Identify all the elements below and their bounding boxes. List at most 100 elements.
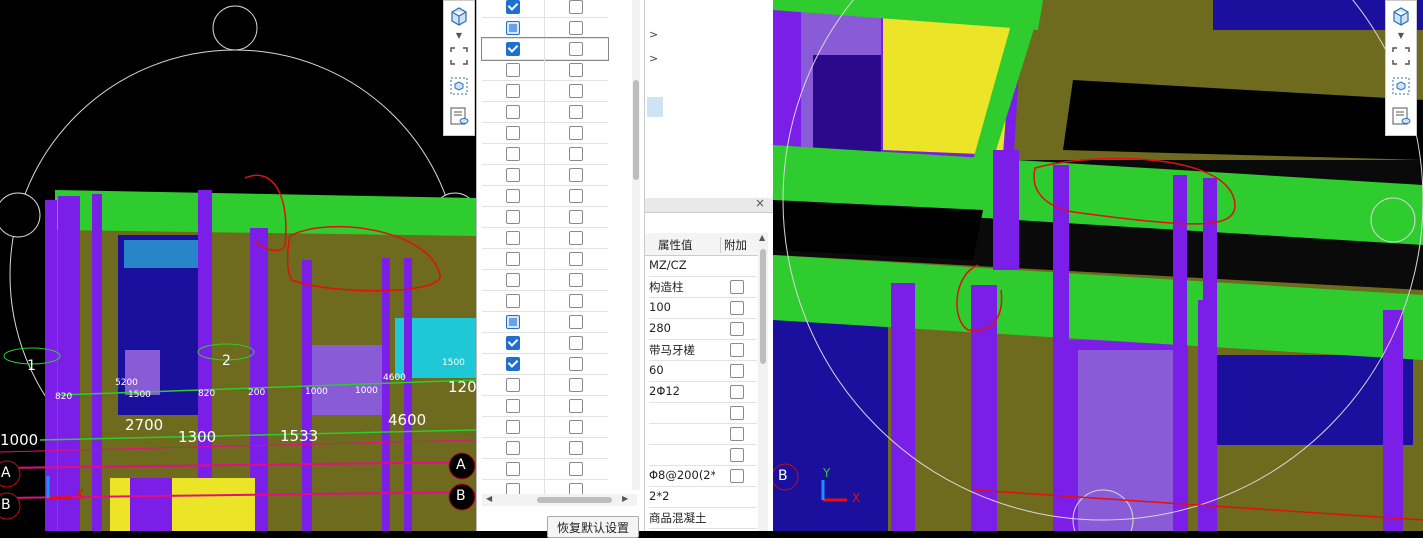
secondary-checkbox[interactable] (569, 168, 583, 182)
property-row[interactable] (649, 423, 757, 445)
visibility-checkbox[interactable] (506, 420, 520, 434)
property-value[interactable]: Φ8@200(2* (649, 468, 715, 482)
attach-checkbox[interactable] (730, 469, 744, 483)
right-3d-viewport[interactable]: B X Y ▼ (773, 0, 1423, 531)
visibility-checkbox[interactable] (506, 147, 520, 161)
visibility-checkbox[interactable] (506, 231, 520, 245)
property-value[interactable]: 60 (649, 363, 715, 377)
secondary-checkbox[interactable] (569, 399, 583, 413)
left-3d-viewport[interactable]: 2700 1300 1533 4600 1000 120 820 1500 82… (0, 0, 476, 531)
property-value[interactable]: MZ/CZ (649, 258, 715, 272)
attach-checkbox[interactable] (730, 364, 744, 378)
property-row[interactable] (649, 444, 757, 466)
attach-checkbox[interactable] (730, 406, 744, 420)
dynamic-observe-button[interactable] (1386, 71, 1416, 101)
secondary-checkbox[interactable] (569, 84, 583, 98)
zoom-extents-button[interactable] (1386, 41, 1416, 71)
property-row[interactable]: 构造柱 (649, 276, 757, 298)
property-scrollbar[interactable]: ▲ (758, 233, 768, 531)
secondary-checkbox[interactable] (569, 294, 583, 308)
scrollbar-thumb[interactable] (537, 497, 612, 503)
visibility-checkbox[interactable] (506, 378, 520, 392)
secondary-checkbox[interactable] (569, 63, 583, 77)
visibility-checkbox[interactable] (506, 0, 520, 14)
visibility-checkbox[interactable] (506, 252, 520, 266)
attach-checkbox[interactable] (730, 322, 744, 336)
scrollbar-thumb[interactable] (760, 249, 766, 364)
attach-checkbox[interactable] (730, 343, 744, 357)
visibility-checkbox[interactable] (506, 105, 520, 119)
secondary-checkbox[interactable] (569, 357, 583, 371)
arrow-left-icon[interactable]: ◀ (486, 494, 492, 503)
close-icon[interactable]: × (755, 196, 765, 210)
property-value[interactable]: 100 (649, 300, 715, 314)
property-row[interactable]: Φ8@200(2* (649, 465, 757, 487)
secondary-checkbox[interactable] (569, 252, 583, 266)
property-value[interactable]: 2*2 (649, 489, 715, 503)
property-value[interactable]: 带马牙槎 (649, 342, 715, 358)
attach-checkbox[interactable] (730, 448, 744, 462)
secondary-checkbox[interactable] (569, 21, 583, 35)
horizontal-scrollbar[interactable]: ◀ ▶ (482, 494, 637, 506)
zoom-extents-button[interactable] (444, 41, 474, 71)
arrow-right-icon[interactable]: ▶ (622, 494, 628, 503)
secondary-checkbox[interactable] (569, 42, 583, 56)
visibility-checkbox[interactable] (506, 84, 520, 98)
secondary-checkbox[interactable] (569, 273, 583, 287)
visibility-checkbox[interactable] (506, 126, 520, 140)
secondary-checkbox[interactable] (569, 462, 583, 476)
chevron-down-icon[interactable]: ▼ (444, 31, 474, 41)
scrollbar-thumb[interactable] (633, 80, 639, 180)
property-row[interactable]: MZ/CZ (649, 255, 757, 277)
view-cube-button[interactable] (444, 1, 474, 31)
tree-expand-icon[interactable]: > (649, 28, 658, 41)
property-row[interactable] (649, 402, 757, 424)
visibility-checkbox[interactable] (506, 462, 520, 476)
visibility-checkbox[interactable] (506, 189, 520, 203)
property-row[interactable]: 2Φ12 (649, 381, 757, 403)
property-value[interactable]: 280 (649, 321, 715, 335)
secondary-checkbox[interactable] (569, 315, 583, 329)
property-row[interactable]: 带马牙槎 (649, 339, 757, 361)
secondary-checkbox[interactable] (569, 336, 583, 350)
secondary-checkbox[interactable] (569, 126, 583, 140)
property-value[interactable]: 2Φ12 (649, 384, 715, 398)
visibility-checkbox[interactable] (506, 210, 520, 224)
attach-checkbox[interactable] (730, 385, 744, 399)
chevron-down-icon[interactable]: ▼ (1386, 31, 1416, 41)
secondary-checkbox[interactable] (569, 147, 583, 161)
secondary-checkbox[interactable] (569, 189, 583, 203)
property-row[interactable]: 60 (649, 360, 757, 382)
visibility-checkbox[interactable] (506, 168, 520, 182)
property-row[interactable]: 商品混凝土 (649, 507, 757, 529)
property-view-button[interactable] (1386, 101, 1416, 131)
secondary-checkbox[interactable] (569, 441, 583, 455)
secondary-checkbox[interactable] (569, 420, 583, 434)
property-value[interactable]: 构造柱 (649, 279, 715, 295)
property-row[interactable]: 100 (649, 297, 757, 319)
secondary-checkbox[interactable] (569, 210, 583, 224)
visibility-checkbox[interactable] (506, 336, 520, 350)
secondary-checkbox[interactable] (569, 0, 583, 14)
visibility-checkbox[interactable] (506, 441, 520, 455)
visibility-checkbox[interactable] (506, 42, 520, 56)
vertical-scrollbar[interactable] (632, 0, 640, 490)
dynamic-observe-button[interactable] (444, 71, 474, 101)
visibility-checkbox[interactable] (506, 21, 520, 35)
view-cube-button[interactable] (1386, 1, 1416, 31)
attach-checkbox[interactable] (730, 280, 744, 294)
attach-checkbox[interactable] (730, 427, 744, 441)
property-row[interactable]: 280 (649, 318, 757, 340)
visibility-checkbox[interactable] (506, 63, 520, 77)
visibility-checkbox[interactable] (506, 315, 520, 329)
arrow-up-icon[interactable]: ▲ (759, 233, 765, 242)
property-row[interactable]: 2*2 (649, 486, 757, 508)
visibility-checkbox[interactable] (506, 273, 520, 287)
property-value[interactable]: 商品混凝土 (649, 510, 715, 526)
visibility-checkbox[interactable] (506, 357, 520, 371)
property-view-button[interactable] (444, 101, 474, 131)
attach-checkbox[interactable] (730, 301, 744, 315)
secondary-checkbox[interactable] (569, 105, 583, 119)
secondary-checkbox[interactable] (569, 378, 583, 392)
restore-defaults-button[interactable]: 恢复默认设置 (547, 516, 639, 538)
